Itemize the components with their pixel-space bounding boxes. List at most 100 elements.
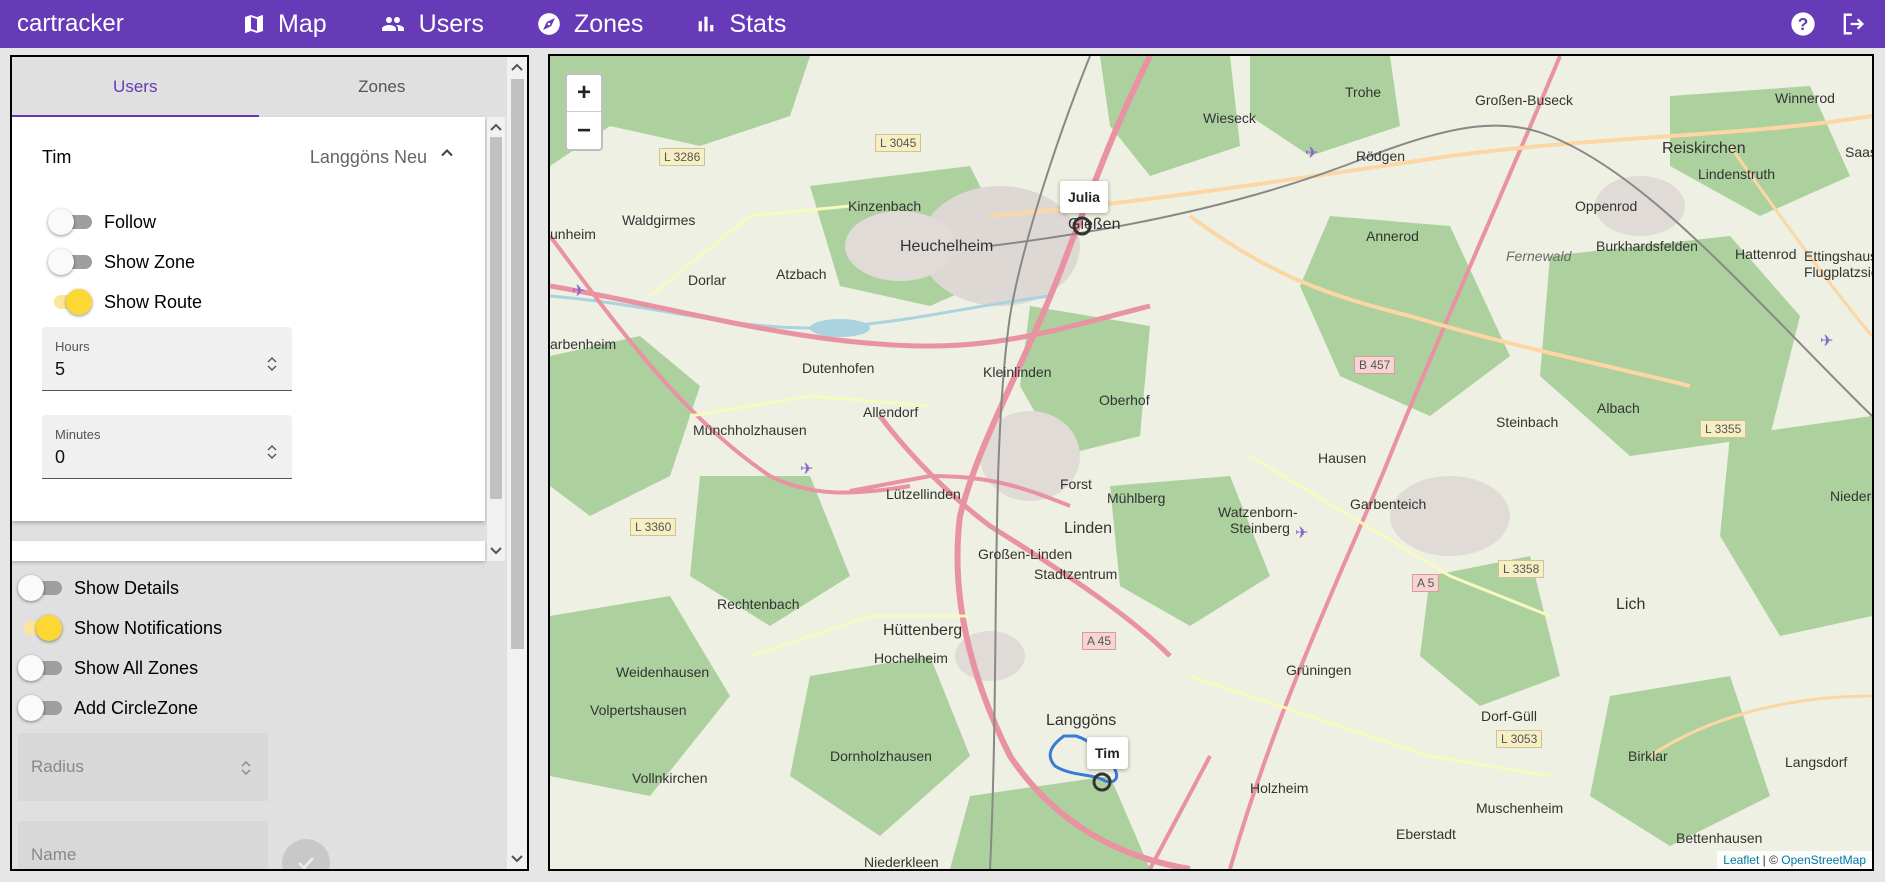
place-saasen: Saas	[1845, 144, 1874, 160]
add-circlezone-switch[interactable]	[18, 695, 62, 721]
scroll-up-icon[interactable]	[487, 119, 505, 135]
place-allendorf: Allendorf	[863, 404, 919, 420]
show-all-zones-toggle[interactable]: Show All Zones	[18, 655, 198, 681]
place-lindenstruth: Lindenstruth	[1698, 166, 1776, 182]
road-l3358: L 3358	[1498, 560, 1545, 578]
svg-text:✈: ✈	[1820, 331, 1833, 350]
map-view[interactable]: ✈ ✈ ✈ ✈ ✈ Gießen Heuchelheim Wieseck Tro…	[548, 54, 1874, 871]
show-notifications-toggle[interactable]: Show Notifications	[18, 615, 222, 641]
show-all-zones-switch[interactable]	[18, 655, 62, 681]
hours-stepper-icon[interactable]	[266, 355, 278, 373]
place-oberhof: Oberhof	[1099, 392, 1150, 408]
place-heuchelheim: Heuchelheim	[900, 238, 994, 255]
place-grossenbuseck: Großen-Buseck	[1475, 92, 1574, 108]
place-unheim: unheim	[550, 226, 596, 242]
place-atzbach: Atzbach	[776, 266, 827, 282]
place-waldgirmes: Waldgirmes	[622, 212, 696, 228]
help-icon[interactable]: ?	[1789, 10, 1817, 38]
nav-users-label: Users	[418, 9, 484, 38]
sidebar-scroll-down-icon[interactable]	[507, 851, 527, 867]
minutes-stepper-icon[interactable]	[266, 443, 278, 461]
app-title[interactable]: cartracker	[17, 10, 242, 38]
zoom-control: + −	[565, 73, 603, 151]
radius-field[interactable]: Radius	[18, 733, 268, 801]
place-fernewald: Fernewald	[1506, 248, 1572, 264]
show-details-label: Show Details	[74, 577, 180, 598]
card-shadow-strip	[12, 541, 485, 561]
nav-map-label: Map	[278, 9, 327, 38]
place-reiskirchen: Reiskirchen	[1662, 140, 1746, 157]
place-dornholzhausen: Dornholzhausen	[830, 748, 932, 764]
zoom-in-button[interactable]: +	[567, 75, 601, 112]
nav-stats[interactable]: Stats	[695, 10, 786, 39]
place-weidenhausen: Weidenhausen	[616, 664, 710, 680]
place-huettenberg: Hüttenberg	[883, 622, 963, 639]
minutes-value[interactable]: 0	[55, 447, 65, 468]
place-wieseck: Wieseck	[1203, 110, 1256, 126]
attribution-separator: | ©	[1759, 853, 1782, 867]
show-route-label: Show Route	[104, 291, 203, 312]
tab-users[interactable]: Users	[12, 57, 259, 117]
nav-stats-label: Stats	[729, 9, 787, 38]
scroll-down-icon[interactable]	[487, 543, 505, 559]
place-giessen: Gießen	[1068, 216, 1121, 233]
sidebar-scroll-up-icon[interactable]	[507, 59, 527, 75]
show-details-switch[interactable]	[18, 575, 62, 601]
map-tiles[interactable]: ✈ ✈ ✈ ✈ ✈	[550, 56, 1872, 869]
road-a45: A 45	[1082, 632, 1117, 650]
zoom-out-button[interactable]: −	[567, 112, 601, 149]
follow-label: Follow	[104, 211, 157, 232]
confirm-zone-button[interactable]	[282, 839, 330, 869]
sidebar-scrollbar[interactable]	[507, 57, 527, 869]
show-notifications-switch[interactable]	[18, 615, 62, 641]
sidebar-tabs: Users Zones	[12, 57, 505, 117]
place-hochelheim: Hochelheim	[874, 650, 948, 666]
nav-users[interactable]: Users	[379, 10, 484, 39]
top-actions: ?	[1789, 10, 1867, 38]
place-dorfguell: Dorf-Güll	[1481, 708, 1538, 724]
logout-icon[interactable]	[1839, 10, 1867, 38]
follow-toggle[interactable]: Follow	[48, 209, 156, 235]
show-zone-toggle[interactable]: Show Zone	[48, 249, 195, 275]
place-bettenhausen: Bettenhausen	[1676, 830, 1763, 846]
sidebar-scroll-thumb[interactable]	[511, 79, 524, 649]
user-list-scroll-thumb[interactable]	[490, 137, 502, 499]
place-holzheim: Holzheim	[1250, 780, 1309, 796]
place-steinberg: Steinberg	[1230, 520, 1290, 536]
nav-map[interactable]: Map	[242, 10, 327, 39]
user-card: Tim Langgöns Neu Follow Show Zone Show R…	[12, 117, 485, 521]
place-muenchholzhausen: Münchholzhausen	[693, 422, 807, 438]
svg-text:✈: ✈	[1305, 143, 1318, 162]
user-list: Tim Langgöns Neu Follow Show Zone Show R…	[12, 117, 505, 561]
chevron-up-icon[interactable]	[437, 143, 457, 163]
add-circlezone-toggle[interactable]: Add CircleZone	[18, 695, 198, 721]
show-route-switch[interactable]	[48, 289, 92, 315]
minutes-field[interactable]: Minutes 0	[42, 415, 292, 479]
hours-value[interactable]: 5	[55, 359, 65, 380]
user-list-scrollbar[interactable]	[487, 117, 505, 561]
osm-link[interactable]: OpenStreetMap	[1781, 853, 1866, 867]
hours-field[interactable]: Hours 5	[42, 327, 292, 391]
marker-tim-label[interactable]: Tim	[1087, 737, 1128, 769]
compass-icon	[538, 13, 560, 35]
leaflet-link[interactable]: Leaflet	[1723, 853, 1759, 867]
show-route-toggle[interactable]: Show Route	[48, 289, 202, 315]
follow-switch[interactable]	[48, 209, 92, 235]
place-linden: Linden	[1064, 520, 1113, 537]
show-zone-switch[interactable]	[48, 249, 92, 275]
svg-text:?: ?	[1798, 14, 1809, 34]
sidebar-panel: Users Zones Tim Langgöns Neu Follow Show…	[10, 55, 529, 871]
name-field[interactable]: Name	[18, 821, 268, 869]
tab-zones[interactable]: Zones	[259, 57, 506, 117]
main-nav: Map Users Zones Stats	[242, 10, 838, 39]
place-langgoens: Langgöns	[1046, 712, 1117, 729]
marker-julia-label[interactable]: Julia	[1060, 181, 1108, 213]
place-luetzellinden: Lützellinden	[886, 486, 961, 502]
place-birklar: Birklar	[1628, 748, 1668, 764]
show-details-toggle[interactable]: Show Details	[18, 575, 179, 601]
place-flugplatz: Flugplatzsied	[1804, 264, 1872, 280]
svg-text:✈: ✈	[572, 281, 585, 300]
place-arbenheim: arbenheim	[550, 336, 617, 352]
radius-stepper-icon[interactable]	[240, 759, 252, 777]
nav-zones[interactable]: Zones	[536, 10, 643, 39]
